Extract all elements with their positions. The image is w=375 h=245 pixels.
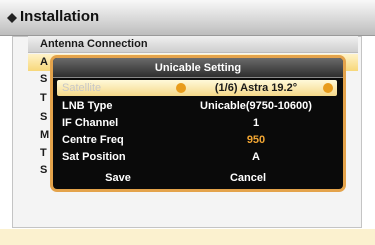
lnb-type-label: LNB Type (62, 100, 113, 112)
menu-item-label: T (40, 147, 47, 159)
unicable-setting-dialog: Unicable Setting Satellite (1/6) Astra 1… (50, 55, 346, 192)
menu-item-label: S (40, 164, 48, 176)
save-button[interactable]: Save (83, 172, 153, 184)
bottom-band (0, 229, 375, 245)
menu-item-label: A (40, 56, 48, 68)
menu-item-label: S (40, 73, 48, 85)
title-bar: Installation (0, 0, 375, 36)
menu-item-label: M (40, 129, 50, 141)
menu-item-label: S (40, 111, 48, 123)
menu-item-label: Antenna Connection (40, 38, 148, 50)
dialog-header: Unicable Setting (53, 58, 343, 78)
page-title: Installation (20, 8, 100, 25)
lnb-type-value[interactable]: Unicable(9750-10600) (181, 100, 331, 112)
menu-item-antenna-connection[interactable]: Antenna Connection (28, 36, 358, 53)
bullet-icon (7, 13, 17, 23)
centre-freq-label: Centre Freq (62, 134, 124, 146)
if-channel-label: IF Channel (62, 117, 119, 129)
arrow-right-icon[interactable] (323, 83, 333, 93)
if-channel-value[interactable]: 1 (181, 117, 331, 129)
cancel-button[interactable]: Cancel (213, 172, 283, 184)
centre-freq-value[interactable]: 950 (181, 134, 331, 146)
sat-position-value[interactable]: A (181, 151, 331, 163)
dialog-title: Unicable Setting (154, 62, 242, 74)
installation-screen: Installation Antenna Connection A S T S … (0, 0, 375, 245)
menu-item-label: T (40, 92, 47, 104)
satellite-value[interactable]: (1/6) Astra 19.2° (181, 82, 331, 94)
satellite-label: Satellite (62, 82, 102, 94)
sat-position-label: Sat Position (62, 151, 126, 163)
